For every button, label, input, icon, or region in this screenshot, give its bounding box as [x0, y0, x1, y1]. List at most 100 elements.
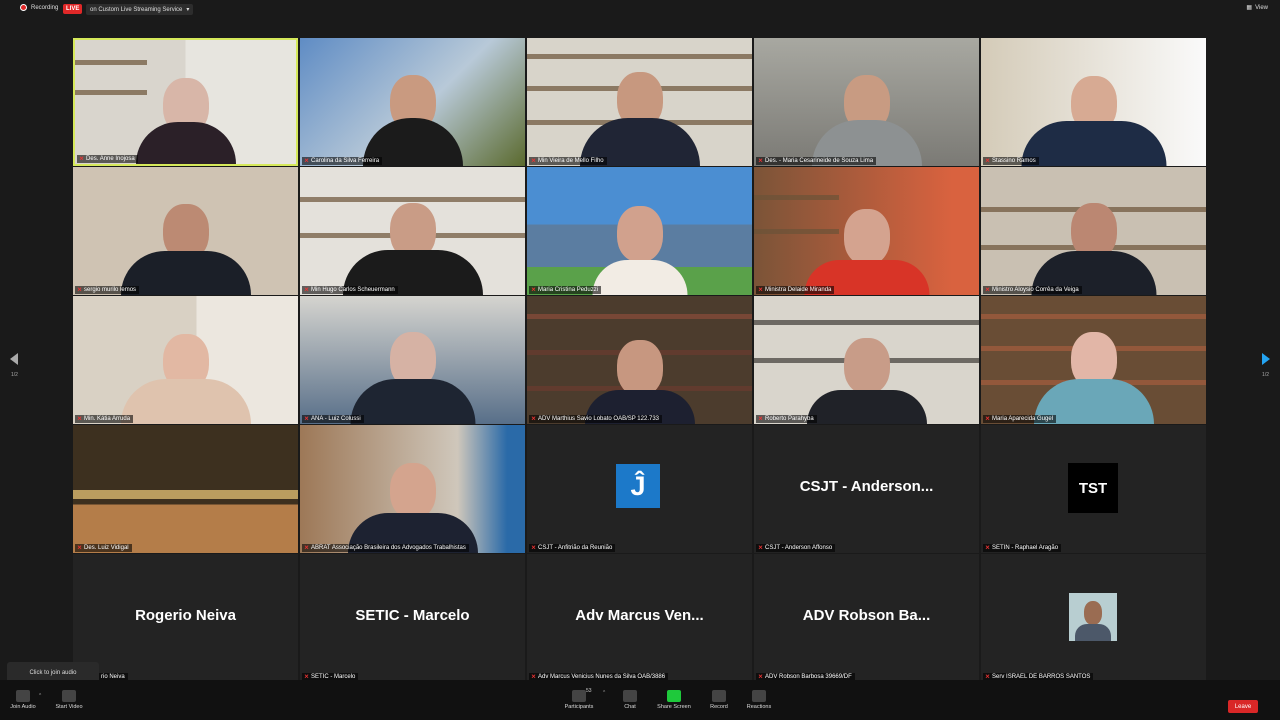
headphones-icon	[16, 690, 30, 702]
video-feed	[75, 40, 296, 164]
stream-label: on Custom Live Streaming Service	[90, 6, 183, 13]
video-tile[interactable]: ⨯ Min Vieira de Mello Filho	[527, 38, 752, 166]
participant-name: ⨯ SETIN - Raphael Aragão	[983, 544, 1062, 552]
video-tile[interactable]: ⨯ Des. Luiz Vidigal	[73, 425, 298, 553]
participant-name: ⨯ Maria Aparecida Gugel	[983, 415, 1057, 423]
participant-name: ⨯ Carolina da Silva Ferreira	[302, 157, 383, 165]
video-tile[interactable]: ⨯ Min. Kátia Arruda	[73, 296, 298, 424]
video-tile[interactable]: ⨯ Maria Cristina Peduzzi	[527, 167, 752, 295]
participant-name: ⨯ Ministro Aloysio Corrêa da Veiga	[983, 286, 1082, 294]
muted-mic-icon: ⨯	[758, 545, 764, 551]
video-tile[interactable]: ⨯ Des. - Maria Cesarineide de Souza Lima	[754, 38, 979, 166]
video-feed	[754, 296, 979, 424]
reactions-button[interactable]: Reactions	[742, 690, 776, 710]
live-stream-menu[interactable]: on Custom Live Streaming Service ▾	[86, 4, 194, 15]
muted-mic-icon: ⨯	[531, 287, 537, 293]
participant-name: ⨯ Ministra Delaide Miranda	[756, 286, 835, 294]
start-video-button[interactable]: Start Video	[52, 690, 86, 710]
video-tile[interactable]: ⨯ Serv ISRAEL DE BARROS SANTOS	[981, 554, 1206, 682]
participant-name: ⨯ ABRAT Associação Brasileira dos Advogad…	[302, 544, 469, 552]
previous-page-arrow-icon[interactable]	[10, 353, 18, 365]
muted-mic-icon: ⨯	[758, 158, 764, 164]
video-feed	[73, 425, 298, 553]
muted-mic-icon: ⨯	[985, 158, 991, 164]
muted-mic-icon: ⨯	[531, 416, 537, 422]
muted-mic-icon: ⨯	[985, 416, 991, 422]
muted-mic-icon: ⨯	[531, 545, 537, 551]
video-tile[interactable]: ⨯ sergio murilo lemos	[73, 167, 298, 295]
chat-icon	[623, 690, 637, 702]
next-page-arrow-icon[interactable]	[1262, 353, 1270, 365]
muted-mic-icon: ⨯	[304, 416, 310, 422]
video-tile[interactable]: ⨯ Des. Anne Inojosa	[73, 38, 298, 166]
record-button[interactable]: Record	[704, 690, 734, 710]
muted-mic-icon: ⨯	[758, 416, 764, 422]
top-bar: Recording LIVE on Custom Live Streaming …	[0, 0, 1280, 20]
share-screen-button[interactable]: Share Screen	[654, 690, 694, 710]
recording-indicator[interactable]: Recording	[20, 4, 58, 11]
chevron-down-icon: ▾	[186, 7, 190, 13]
live-badge[interactable]: LIVE	[63, 4, 83, 14]
video-feed	[300, 296, 525, 424]
muted-mic-icon: ⨯	[985, 287, 991, 293]
video-tile[interactable]: ⨯ Maria Aparecida Gugel	[981, 296, 1206, 424]
participants-icon	[572, 690, 586, 702]
video-tile[interactable]: ⨯ Roberto Parahyba	[754, 296, 979, 424]
page-indicator-left: 1/2	[11, 372, 18, 378]
view-label: View	[1255, 4, 1268, 11]
participant-name: ⨯ Min. Kátia Arruda	[75, 415, 134, 423]
video-tile[interactable]: CSJT - Anderson... ⨯ CSJT - Anderson Affo…	[754, 425, 979, 553]
video-tile[interactable]: ⨯ Ministra Delaide Miranda	[754, 167, 979, 295]
video-feed	[300, 425, 525, 553]
muted-mic-icon: ⨯	[77, 287, 83, 293]
recording-label: Recording	[31, 4, 59, 11]
video-tile[interactable]: TST ⨯ SETIN - Raphael Aragão	[981, 425, 1206, 553]
view-button[interactable]: ▦ View	[1246, 4, 1268, 12]
video-tile[interactable]: ⨯ Min Hugo Carlos Scheuermann	[300, 167, 525, 295]
participant-display-name: SETIC - Marcelo	[355, 607, 470, 624]
muted-mic-icon: ⨯	[77, 416, 83, 422]
participant-count: 53	[586, 688, 592, 694]
video-tile[interactable]: Rogerio Neiva rio Neiva	[73, 554, 298, 682]
video-off-icon	[62, 690, 76, 702]
muted-mic-icon: ⨯	[985, 545, 991, 551]
video-tile[interactable]: ⨯ ADV Marthius Savio Lobato OAB/SP 122.73…	[527, 296, 752, 424]
participant-display-name: CSJT - Anderson...	[799, 478, 934, 495]
video-tile[interactable]: ADV Robson Ba... ⨯ ADV Robson Barbosa 396…	[754, 554, 979, 682]
participant-display-name: Adv Marcus Ven...	[575, 607, 704, 624]
record-icon	[712, 690, 726, 702]
video-tile[interactable]: ⨯ Ministro Aloysio Corrêa da Veiga	[981, 167, 1206, 295]
join-audio-button[interactable]: Join Audio	[8, 690, 38, 710]
reactions-icon	[752, 690, 766, 702]
participant-logo-icon: Ĵ	[616, 464, 660, 508]
video-tile[interactable]: Adv Marcus Ven... ⨯ Adv Marcus Venicius N…	[527, 554, 752, 682]
video-tile[interactable]: ⨯ Carolina da Silva Ferreira	[300, 38, 525, 166]
participant-name: ⨯ Des. Luiz Vidigal	[75, 544, 132, 552]
muted-mic-icon: ⨯	[77, 545, 83, 551]
participant-name: ⨯ CSJT - Anderson Affonso	[756, 544, 836, 552]
participant-name: ⨯ Min Vieira de Mello Filho	[529, 157, 607, 165]
video-tile[interactable]: Ĵ ⨯ CSJT - Anfitrião da Reunião	[527, 425, 752, 553]
grid-icon: ▦	[1246, 5, 1253, 11]
chevron-up-icon[interactable]: ⌃	[602, 690, 606, 696]
participant-name: ⨯ ANA - Luiz Colussi	[302, 415, 364, 423]
video-feed	[754, 38, 979, 166]
muted-mic-icon: ⨯	[304, 287, 310, 293]
video-feed	[73, 167, 298, 295]
video-tile[interactable]: ⨯ ANA - Luiz Colussi	[300, 296, 525, 424]
participant-name: ⨯ Roberto Parahyba	[756, 415, 817, 423]
participant-name: ⨯ Maria Cristina Peduzzi	[529, 286, 602, 294]
video-feed	[981, 167, 1206, 295]
video-tile[interactable]: ⨯ Stassino Ramos	[981, 38, 1206, 166]
video-tile[interactable]: SETIC - Marcelo ⨯ SETIC - Marcelo	[300, 554, 525, 682]
participants-button[interactable]: Participants	[560, 690, 598, 710]
video-feed	[300, 167, 525, 295]
participant-name: ⨯ Des. Anne Inojosa	[77, 155, 138, 163]
chevron-up-icon[interactable]: ⌃	[38, 693, 42, 699]
chat-button[interactable]: Chat	[616, 690, 644, 710]
muted-mic-icon: ⨯	[304, 158, 310, 164]
share-screen-icon	[667, 690, 681, 702]
leave-button[interactable]: Leave	[1228, 700, 1258, 713]
video-tile[interactable]: ⨯ ABRAT Associação Brasileira dos Advogad…	[300, 425, 525, 553]
recording-icon	[20, 4, 27, 11]
